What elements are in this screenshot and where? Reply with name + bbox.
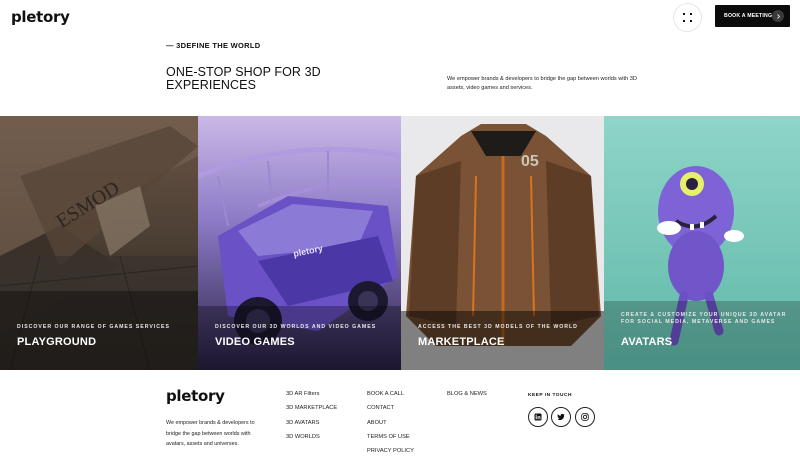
panel-title: MARKETPLACE	[418, 336, 505, 348]
twitter-icon	[557, 413, 565, 421]
panel-caption: ACCESS THE BEST 3D MODELS OF THE WORLD	[418, 324, 578, 330]
panel-title: VIDEO GAMES	[215, 336, 295, 348]
intro-text: We empower brands & developers to bridge…	[447, 76, 637, 91]
panel-caption: CREATE & CUSTOMIZE YOUR UNIQUE 3D AVATAR…	[621, 312, 787, 325]
book-meeting-button[interactable]: BOOK A MEETING	[715, 5, 790, 27]
linkedin-button[interactable]	[528, 407, 548, 427]
marketplace-image: 05	[401, 116, 604, 370]
panel-playground[interactable]: ESMOD DISCOVER OUR RANGE OF GAMES SERVIC…	[0, 116, 198, 370]
logo[interactable]: pletory	[11, 8, 70, 26]
panel-title: PLAYGROUND	[17, 336, 97, 348]
svg-text:05: 05	[521, 153, 539, 170]
panel-avatars[interactable]: CREATE & CUSTOMIZE YOUR UNIQUE 3D AVATAR…	[604, 116, 800, 370]
book-meeting-label: BOOK A MEETING	[724, 13, 773, 19]
avatars-image	[604, 116, 800, 370]
eyebrow: — 3DEFINE THE WORLD	[166, 41, 261, 50]
panel-caption: DISCOVER OUR 3D WORLDS AND VIDEO GAMES	[215, 324, 377, 330]
instagram-button[interactable]	[575, 407, 595, 427]
category-panels: ESMOD DISCOVER OUR RANGE OF GAMES SERVIC…	[0, 116, 800, 370]
footer-link[interactable]: 3D WORLDS	[286, 433, 337, 447]
panel-title: AVATARS	[621, 336, 673, 348]
dots-grid-icon	[683, 13, 692, 22]
footer-links-blog: BLOG & NEWS	[447, 390, 487, 404]
footer-link[interactable]: CONTACT	[367, 404, 414, 418]
video-games-image: pletory	[198, 116, 401, 370]
footer-link[interactable]: BLOG & NEWS	[447, 390, 487, 404]
footer-link[interactable]: TERMS OF USE	[367, 433, 414, 447]
instagram-icon	[581, 413, 589, 421]
twitter-button[interactable]	[551, 407, 571, 427]
footer-link[interactable]: 3D MARKETPLACE	[286, 404, 337, 418]
footer-link[interactable]: 3D AR Filters	[286, 390, 337, 404]
footer-links-company: BOOK A CALL CONTACT ABOUT TERMS OF USE P…	[367, 390, 414, 461]
panel-caption: DISCOVER OUR RANGE OF GAMES SERVICES	[17, 324, 170, 330]
footer-link[interactable]: ABOUT	[367, 419, 414, 433]
footer-link[interactable]: 3D AVATARS	[286, 419, 337, 433]
footer-link[interactable]: PRIVACY POLICY	[367, 447, 414, 461]
linkedin-icon	[534, 413, 542, 421]
footer-description: We empower brands & developers to bridge…	[166, 420, 255, 447]
menu-button[interactable]	[674, 4, 701, 31]
playground-image: ESMOD	[0, 116, 198, 370]
keep-in-touch-heading: KEEP IN TOUCH	[528, 393, 572, 398]
footer-logo[interactable]: pletory	[166, 387, 225, 405]
panel-marketplace[interactable]: 05 ACCESS THE BEST 3D MODELS OF THE WORL…	[401, 116, 604, 370]
panel-video-games[interactable]: pletory DISCOVER OUR 3D WORLDS AND VIDEO…	[198, 116, 401, 370]
chevron-right-icon	[772, 10, 784, 22]
footer-links-products: 3D AR Filters 3D MARKETPLACE 3D AVATARS …	[286, 390, 337, 447]
footer-link[interactable]: BOOK A CALL	[367, 390, 414, 404]
page-title: ONE-STOP SHOP FOR 3D EXPERIENCES	[166, 65, 321, 92]
